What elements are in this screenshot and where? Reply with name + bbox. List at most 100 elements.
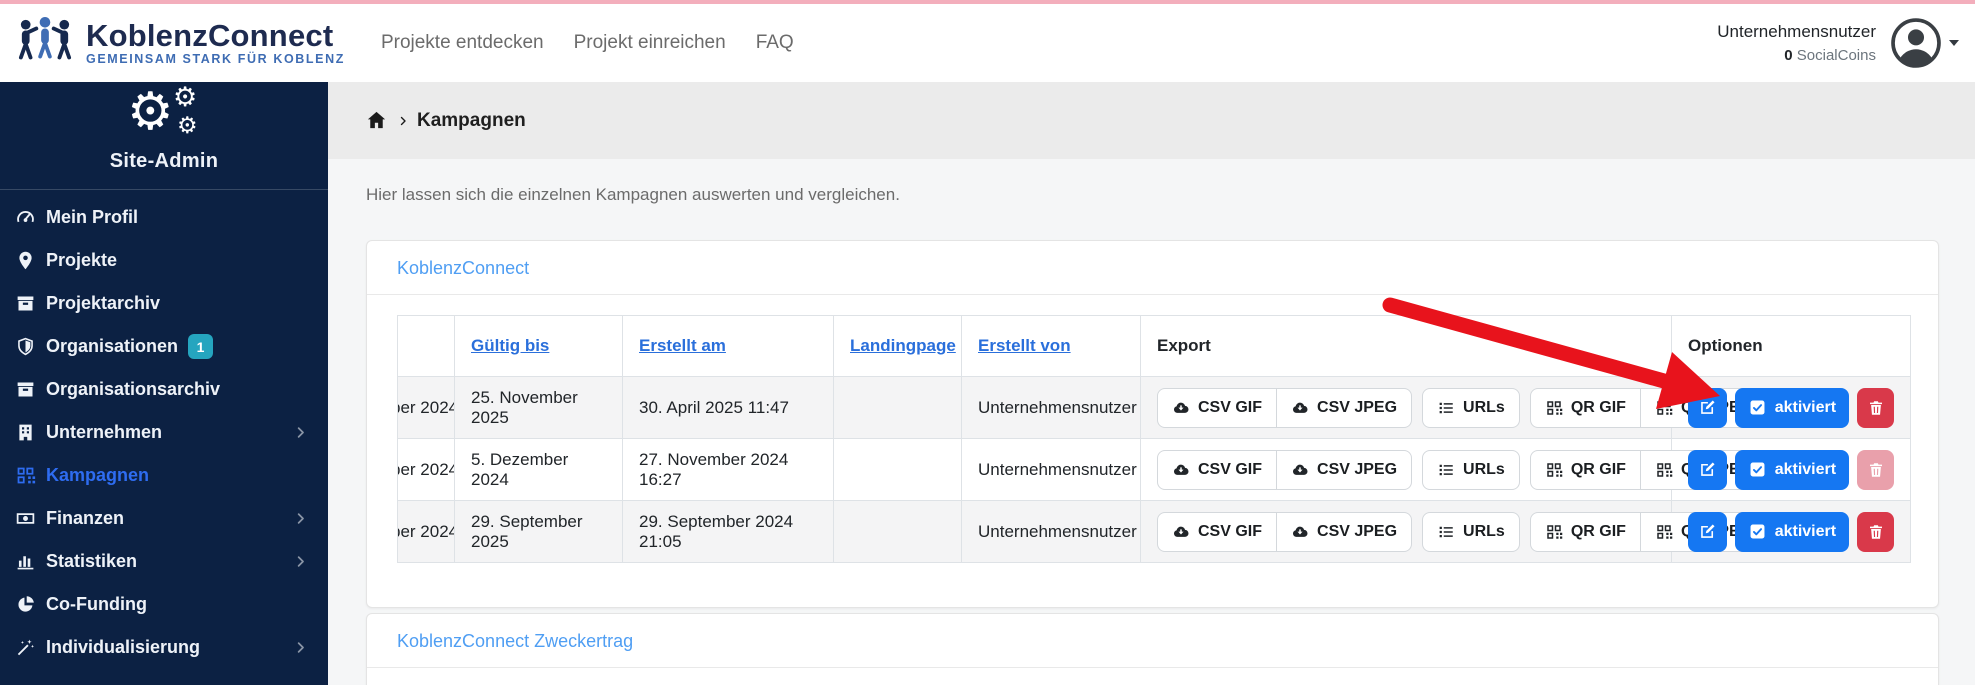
- chevron-down-icon[interactable]: [1949, 40, 1959, 46]
- home-icon[interactable]: [365, 109, 388, 132]
- cell-export: CSV GIF CSV JPEG URLs: [1141, 377, 1672, 439]
- sidebar-item-label: Co-Funding: [46, 594, 147, 615]
- export-csv-gif-button[interactable]: CSV GIF: [1157, 450, 1277, 490]
- list-icon: [1437, 399, 1455, 417]
- top-navigation: Projekte entdecken Projekt einreichen FA…: [381, 32, 794, 54]
- cell-landingpage: [834, 439, 962, 501]
- bar-chart-icon: [15, 551, 36, 572]
- table-row: ber 2024 25. November 2025 30. April 202…: [398, 377, 1911, 439]
- campaign-card-title[interactable]: KoblenzConnect: [397, 258, 529, 278]
- user-box: Unternehmensnutzer 0 SocialCoins: [1717, 17, 1975, 69]
- list-icon: [1437, 523, 1455, 541]
- export-csv-jpeg-button[interactable]: CSV JPEG: [1276, 388, 1412, 428]
- cloud-download-icon: [1291, 399, 1309, 417]
- export-csv-gif-button[interactable]: CSV GIF: [1157, 512, 1277, 552]
- edit-button[interactable]: [1688, 512, 1727, 552]
- zweckertrag-card-header: KoblenzConnect Zweckertrag: [367, 614, 1938, 668]
- logo-tagline: GEMEINSAM STARK FÜR KOBLENZ: [86, 52, 345, 66]
- delete-button[interactable]: [1857, 512, 1894, 552]
- edit-button[interactable]: [1688, 450, 1727, 490]
- gauge-icon: [15, 207, 36, 228]
- delete-button[interactable]: [1857, 388, 1894, 428]
- cell-gueltig-bis: 29. September 2025: [455, 501, 623, 563]
- sidebar-item-label: Finanzen: [46, 508, 124, 529]
- chevron-right-icon: [293, 511, 308, 526]
- qr-code-icon: [15, 465, 36, 486]
- cell-options: aktiviert: [1672, 501, 1911, 563]
- campaign-card-header: KoblenzConnect: [367, 241, 1938, 295]
- app-logo[interactable]: KoblenzConnect GEMEINSAM STARK FÜR KOBLE…: [0, 16, 345, 70]
- list-icon: [1437, 461, 1455, 479]
- pencil-square-icon: [1698, 398, 1717, 417]
- check-square-icon: [1748, 522, 1767, 541]
- col-header-erstellt-von[interactable]: Erstellt von: [962, 316, 1141, 377]
- export-csv-jpeg-button[interactable]: CSV JPEG: [1276, 450, 1412, 490]
- export-qr-gif-button[interactable]: QR GIF: [1530, 450, 1641, 490]
- sidebar: ⚙⚙⚙ Site-Admin Mein Profil Projekte Proj…: [0, 82, 328, 685]
- campaign-card: KoblenzConnect Gültig bis Erstellt am La…: [366, 240, 1939, 608]
- activated-toggle-button[interactable]: aktiviert: [1735, 512, 1849, 552]
- cell-date-fragment: ber 2024: [398, 501, 455, 563]
- sidebar-item-organisationen[interactable]: Organisationen 1: [0, 325, 328, 368]
- export-csv-jpeg-button[interactable]: CSV JPEG: [1276, 512, 1412, 552]
- trash-icon: [1867, 523, 1885, 541]
- socialcoins-value: 0: [1784, 47, 1792, 64]
- site-admin-label: Site-Admin: [110, 150, 219, 173]
- chevron-right-icon: [293, 554, 308, 569]
- chevron-right-icon: [293, 425, 308, 440]
- logo-title: KoblenzConnect: [86, 20, 345, 52]
- sidebar-item-projekte[interactable]: Projekte: [0, 239, 328, 282]
- sidebar-item-kampagnen[interactable]: Kampagnen: [0, 454, 328, 497]
- map-pin-icon: [15, 250, 36, 271]
- magic-wand-icon: [15, 637, 36, 658]
- sidebar-item-mein-profil[interactable]: Mein Profil: [0, 196, 328, 239]
- avatar[interactable]: [1890, 17, 1942, 69]
- building-icon: [15, 422, 36, 443]
- export-urls-button[interactable]: URLs: [1422, 388, 1520, 428]
- sidebar-item-finanzen[interactable]: Finanzen: [0, 497, 328, 540]
- sidebar-item-organisationsarchiv[interactable]: Organisationsarchiv: [0, 368, 328, 411]
- table-header-row: Gültig bis Erstellt am Landingpage Erste…: [398, 316, 1911, 377]
- page-description: Hier lassen sich die einzelnen Kampagnen…: [366, 185, 1975, 205]
- cell-gueltig-bis: 25. November 2025: [455, 377, 623, 439]
- nav-faq[interactable]: FAQ: [756, 32, 794, 54]
- sidebar-item-individualisierung[interactable]: Individualisierung: [0, 626, 328, 669]
- col-header-optionen: Optionen: [1672, 316, 1911, 377]
- table-row: ber 2024 5. Dezember 2024 27. November 2…: [398, 439, 1911, 501]
- cloud-download-icon: [1172, 461, 1190, 479]
- cloud-download-icon: [1172, 523, 1190, 541]
- edit-button[interactable]: [1688, 388, 1727, 428]
- sidebar-item-unternehmen[interactable]: Unternehmen: [0, 411, 328, 454]
- activated-toggle-button[interactable]: aktiviert: [1735, 388, 1849, 428]
- cloud-download-icon: [1291, 523, 1309, 541]
- zweckertrag-card-title[interactable]: KoblenzConnect Zweckertrag: [397, 631, 633, 651]
- export-csv-gif-button[interactable]: CSV GIF: [1157, 388, 1277, 428]
- sidebar-item-label: Unternehmen: [46, 422, 162, 443]
- socialcoins-balance: 0 SocialCoins: [1717, 45, 1876, 68]
- export-urls-button[interactable]: URLs: [1422, 450, 1520, 490]
- cell-gueltig-bis: 5. Dezember 2024: [455, 439, 623, 501]
- activated-toggle-button[interactable]: aktiviert: [1735, 450, 1849, 490]
- sidebar-item-co-funding[interactable]: Co-Funding: [0, 583, 328, 626]
- sidebar-item-label: Projektarchiv: [46, 293, 160, 314]
- trash-icon: [1867, 461, 1885, 479]
- nav-projekt-einreichen[interactable]: Projekt einreichen: [574, 32, 726, 54]
- export-urls-button[interactable]: URLs: [1422, 512, 1520, 552]
- gears-icon: ⚙⚙⚙: [119, 92, 209, 148]
- col-header-landingpage[interactable]: Landingpage: [834, 316, 962, 377]
- col-header-erstellt-am[interactable]: Erstellt am: [623, 316, 834, 377]
- campaign-table: Gültig bis Erstellt am Landingpage Erste…: [397, 315, 1911, 563]
- col-header-gueltig-bis[interactable]: Gültig bis: [455, 316, 623, 377]
- sidebar-item-label: Statistiken: [46, 551, 137, 572]
- sidebar-item-statistiken[interactable]: Statistiken: [0, 540, 328, 583]
- cell-erstellt-von: Unternehmensnutzer: [962, 377, 1141, 439]
- export-qr-gif-button[interactable]: QR GIF: [1530, 388, 1641, 428]
- archive-icon: [15, 293, 36, 314]
- nav-projekte-entdecken[interactable]: Projekte entdecken: [381, 32, 544, 54]
- sidebar-menu: Mein Profil Projekte Projektarchiv Organ…: [0, 190, 328, 669]
- organisationen-count-badge: 1: [188, 334, 213, 359]
- export-qr-gif-button[interactable]: QR GIF: [1530, 512, 1641, 552]
- sidebar-item-projektarchiv[interactable]: Projektarchiv: [0, 282, 328, 325]
- cell-landingpage: [834, 377, 962, 439]
- pencil-square-icon: [1698, 460, 1717, 479]
